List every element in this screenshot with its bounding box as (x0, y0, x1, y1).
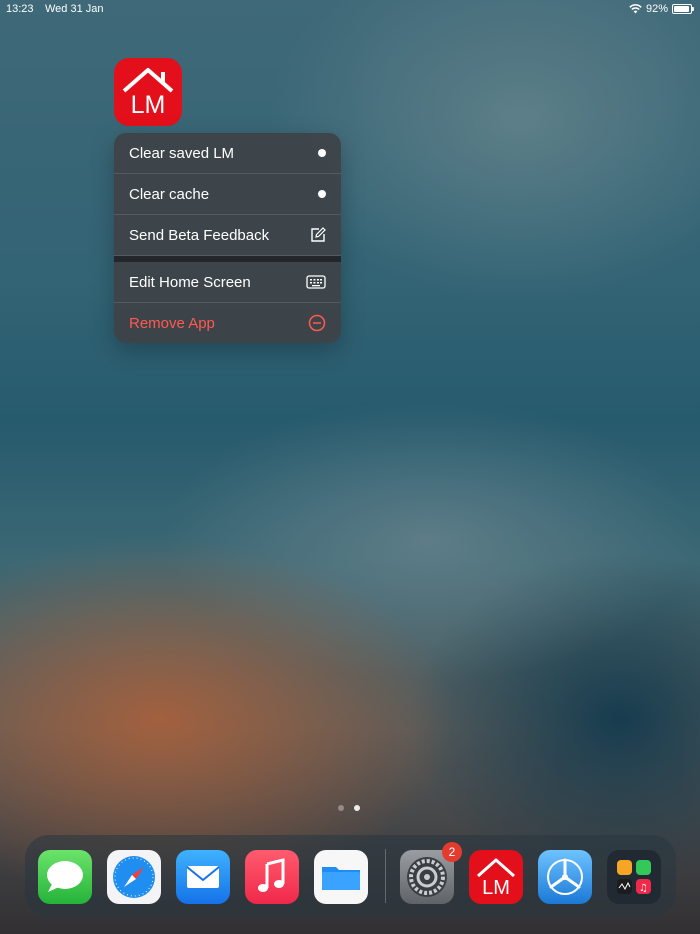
dock-app-music[interactable] (245, 850, 299, 904)
files-icon (322, 867, 360, 890)
safari-icon (113, 856, 155, 898)
menu-item-label: Clear cache (129, 185, 210, 203)
music-icon (258, 858, 285, 892)
status-bar: 13:23 Wed 31 Jan 92% (0, 0, 700, 20)
status-date: Wed 31 Jan (45, 3, 104, 15)
wallpaper-dim (0, 0, 700, 934)
menu-item-remove-app[interactable]: Remove App (114, 303, 341, 343)
dock: 2 LM ♫ (25, 835, 676, 917)
page-dot (338, 805, 344, 811)
mail-icon (186, 866, 220, 888)
dock-app-lm[interactable]: LM (469, 850, 523, 904)
wifi-icon (629, 4, 642, 14)
lm-dock-text: LM (482, 877, 510, 899)
notification-badge: 2 (442, 842, 462, 862)
dock-app-folder[interactable]: ♫ (607, 850, 661, 904)
dock-divider (385, 849, 386, 903)
messages-icon (47, 861, 83, 892)
svg-text:♫: ♫ (639, 883, 648, 894)
keyboard-icon (306, 275, 326, 289)
page-dot-active (354, 805, 360, 811)
dock-app-files[interactable] (314, 850, 368, 904)
menu-item-label: Send Beta Feedback (129, 226, 270, 244)
menu-item-clear-cache[interactable]: Clear cache (114, 174, 341, 215)
dot-icon (318, 190, 326, 198)
battery-percent: 92% (645, 3, 668, 15)
status-time: 13:23 (6, 3, 34, 15)
battery-icon (672, 4, 694, 14)
minus-circle-icon (308, 314, 326, 332)
lm-icon: LM (477, 858, 515, 899)
dot-icon (318, 149, 326, 157)
app-folder-icon: ♫ (617, 860, 651, 894)
dock-app-safari[interactable] (107, 850, 161, 904)
context-menu: Clear saved LM Clear cache Send Beta Fee… (114, 133, 341, 343)
menu-item-edit-home[interactable]: Edit Home Screen (114, 262, 341, 303)
dock-app-settings[interactable]: 2 (400, 842, 462, 904)
status-right: 92% (629, 3, 694, 15)
dock-app-testflight[interactable] (538, 850, 592, 904)
menu-item-label: Edit Home Screen (129, 273, 251, 291)
dock-app-mail[interactable] (176, 850, 230, 904)
menu-item-clear-saved[interactable]: Clear saved LM (114, 133, 341, 174)
compose-icon (311, 227, 326, 242)
menu-item-label: Clear saved LM (129, 144, 235, 162)
lm-app-icon[interactable]: LM (114, 58, 182, 126)
menu-item-send-feedback[interactable]: Send Beta Feedback (114, 215, 341, 256)
lm-logo-text: LM (131, 91, 166, 119)
dock-app-messages[interactable] (38, 850, 92, 904)
menu-item-label: Remove App (129, 314, 215, 332)
lm-logo-icon: LM (122, 68, 174, 119)
testflight-icon (547, 858, 583, 895)
page-indicator[interactable] (338, 805, 360, 811)
